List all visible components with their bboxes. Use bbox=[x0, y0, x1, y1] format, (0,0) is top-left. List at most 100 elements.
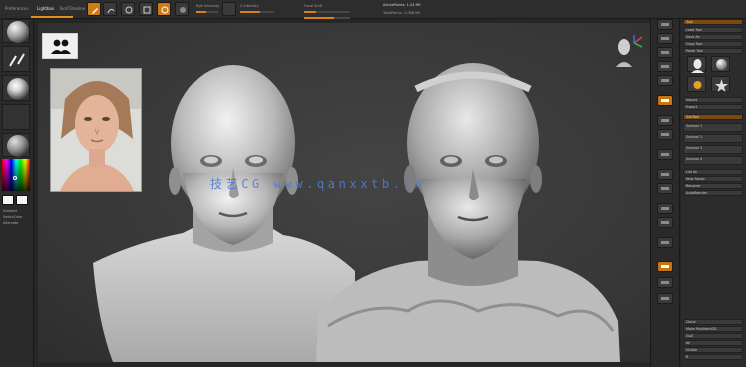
tool-header[interactable]: Tool bbox=[683, 19, 743, 25]
paste-tool-button[interactable]: Paste Tool bbox=[683, 48, 743, 54]
draw-icon bbox=[107, 8, 115, 14]
stroke-slot[interactable] bbox=[2, 46, 30, 72]
spix-button[interactable] bbox=[657, 33, 673, 44]
navigation-gizmo[interactable] bbox=[612, 33, 646, 73]
tool-palette: Tool Load Tool Save As Copy Tool Paste T… bbox=[681, 19, 746, 367]
standard-brush-icon bbox=[7, 21, 29, 43]
scale-icon bbox=[143, 6, 151, 14]
color-icon bbox=[180, 7, 186, 13]
tab-preferences[interactable]: Preferences bbox=[2, 3, 32, 15]
subtool-item-4[interactable]: Subtool 4 bbox=[683, 156, 743, 165]
sphere-icon bbox=[716, 59, 727, 70]
subtool-label-4: Subtool 4 bbox=[686, 157, 703, 161]
scroll-button[interactable] bbox=[657, 47, 673, 58]
move-icon bbox=[125, 6, 133, 14]
subtool-item-3[interactable]: Subtool 3 bbox=[683, 145, 743, 154]
subtool-header[interactable]: SubTool bbox=[683, 114, 743, 120]
gradient-label[interactable]: Gradient bbox=[3, 209, 29, 214]
draw-button[interactable] bbox=[103, 2, 117, 16]
zoom-button[interactable] bbox=[657, 61, 673, 72]
alpha-icon bbox=[7, 78, 29, 100]
alternate-label[interactable]: Alternate bbox=[3, 221, 29, 226]
goz-button[interactable]: GoZ bbox=[683, 333, 743, 339]
save-as-button[interactable]: Save As bbox=[683, 34, 743, 40]
scale-button[interactable] bbox=[139, 2, 153, 16]
total-points-readout: TotalPoints: 2.088 Mil bbox=[383, 11, 421, 15]
bpr-button[interactable] bbox=[657, 19, 673, 30]
zoom3d-button[interactable] bbox=[657, 203, 673, 214]
sphere-thumb[interactable] bbox=[711, 56, 730, 72]
main-color-chip[interactable] bbox=[2, 195, 14, 205]
new-folder-button[interactable]: New Folder bbox=[683, 176, 743, 182]
rotate-view-button[interactable] bbox=[657, 217, 673, 228]
star-icon bbox=[715, 79, 728, 92]
watermark-text: 技艺CG www.qanxxtb.cn bbox=[210, 177, 426, 191]
load-tool-button[interactable]: Load Tool bbox=[683, 27, 743, 33]
subtool-label-2: Subtool 2 bbox=[686, 135, 703, 139]
reference-toggle-button[interactable] bbox=[42, 33, 78, 59]
copy-tool-button[interactable]: Copy Tool bbox=[683, 41, 743, 47]
move-view-button[interactable] bbox=[657, 183, 673, 194]
color-picker-cursor bbox=[13, 176, 17, 180]
z-intensity-slider[interactable]: Z Intensity bbox=[240, 4, 274, 15]
head-thumb-icon bbox=[691, 59, 704, 73]
right-shelf bbox=[650, 19, 680, 367]
secondary-color-chip[interactable] bbox=[16, 195, 28, 205]
local-button[interactable] bbox=[657, 129, 673, 140]
subtool-item-1[interactable]: Subtool 1 bbox=[683, 123, 743, 132]
export-button[interactable]: Export bbox=[683, 104, 743, 110]
list-all-button[interactable]: List All bbox=[683, 169, 743, 175]
material-icon bbox=[7, 135, 29, 157]
subtool-item-2[interactable]: Subtool 2 bbox=[683, 134, 743, 143]
rotate-icon bbox=[161, 6, 169, 14]
stroke-icon bbox=[9, 53, 25, 67]
polyf-button[interactable] bbox=[657, 237, 673, 248]
tab-lightbox[interactable]: Lightbox bbox=[34, 3, 57, 15]
clone-button[interactable]: Clone bbox=[683, 319, 743, 325]
frame-button[interactable] bbox=[657, 169, 673, 180]
autoreorder-button[interactable]: AutoReorder bbox=[683, 190, 743, 196]
rgb-intensity-slider[interactable]: Rgb Intensity bbox=[196, 4, 219, 15]
draw-size-slider[interactable] bbox=[304, 14, 350, 21]
left-shelf: Gradient SwitchColor Alternate bbox=[0, 19, 34, 367]
persp-button[interactable] bbox=[657, 95, 673, 106]
tab-tool-timeline[interactable]: Tool/Timeline bbox=[56, 3, 88, 15]
star-thumb[interactable] bbox=[711, 76, 730, 92]
visible-button[interactable]: Visible bbox=[683, 347, 743, 353]
current-tool-thumb[interactable] bbox=[687, 56, 706, 73]
zbrush-window: Preferences Lightbox Tool/Timeline Rgb I… bbox=[0, 0, 746, 367]
switchcolor-label[interactable]: SwitchColor bbox=[3, 215, 29, 220]
move-button[interactable] bbox=[121, 2, 135, 16]
rotate-button[interactable] bbox=[157, 2, 171, 16]
3d-viewport[interactable]: 技艺CG www.qanxxtb.cn bbox=[38, 23, 650, 362]
solo-button[interactable] bbox=[657, 277, 673, 288]
active-tab-indicator bbox=[31, 16, 73, 18]
color-picker[interactable] bbox=[2, 159, 30, 191]
zadd-button[interactable] bbox=[222, 2, 236, 16]
mrgb-button[interactable] bbox=[175, 2, 189, 16]
scanned-head-model bbox=[316, 63, 620, 362]
subtool-label-1: Subtool 1 bbox=[686, 124, 703, 128]
xpose-button[interactable] bbox=[657, 293, 673, 304]
simple-brush-icon bbox=[693, 81, 702, 89]
brush-slot[interactable] bbox=[2, 19, 30, 43]
import-button[interactable]: Import bbox=[683, 97, 743, 103]
subtool-label-3: Subtool 3 bbox=[686, 146, 703, 150]
transp-button[interactable] bbox=[657, 261, 673, 272]
floor-button[interactable] bbox=[657, 115, 673, 126]
actual-button[interactable] bbox=[657, 75, 673, 86]
cylinder-thumb[interactable] bbox=[687, 76, 706, 92]
r-button[interactable]: R bbox=[683, 354, 743, 360]
edit-icon bbox=[92, 8, 98, 14]
gyro-button[interactable] bbox=[657, 149, 673, 160]
alpha-slot[interactable] bbox=[2, 75, 30, 101]
edit-mode-button[interactable] bbox=[87, 2, 101, 16]
make-polymesh-button[interactable]: Make PolyMesh3D bbox=[683, 326, 743, 332]
top-toolbar: Preferences Lightbox Tool/Timeline Rgb I… bbox=[0, 0, 746, 19]
active-points-readout: ActivePoints: 1.04 Mil bbox=[383, 3, 421, 7]
users-icon bbox=[51, 39, 71, 54]
material-slot[interactable] bbox=[2, 133, 30, 157]
rename-button[interactable]: Rename bbox=[683, 183, 743, 189]
all-button[interactable]: All bbox=[683, 340, 743, 346]
texture-slot[interactable] bbox=[2, 104, 30, 130]
